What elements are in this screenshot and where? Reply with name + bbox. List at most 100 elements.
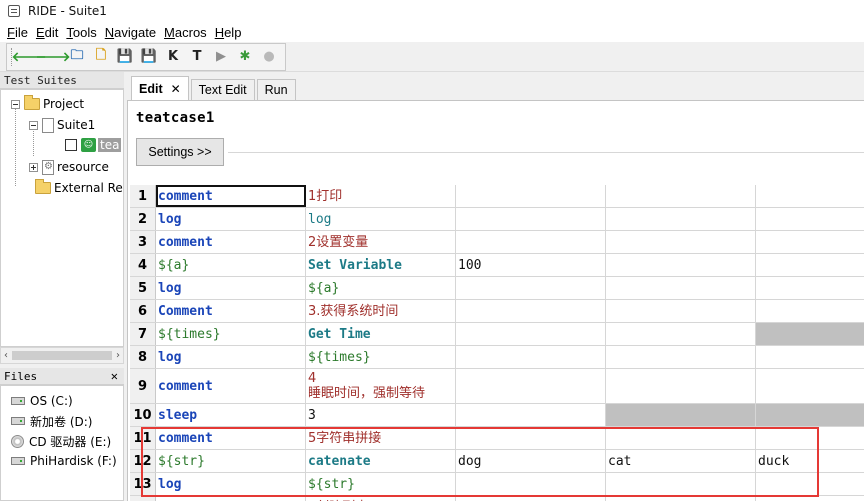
grid-cell[interactable] xyxy=(456,323,606,345)
grid-cell[interactable] xyxy=(756,254,864,276)
grid-cell[interactable] xyxy=(456,208,606,230)
grid-cell[interactable]: 6创建列表 xyxy=(306,496,456,501)
grid-cell[interactable]: ${str} xyxy=(306,473,456,495)
grid-cell[interactable] xyxy=(756,346,864,368)
close-icon[interactable]: ✕ xyxy=(111,368,118,385)
scroll-left-icon[interactable]: ‹ xyxy=(4,350,8,361)
grid-cell[interactable] xyxy=(756,185,864,207)
grid-cell[interactable] xyxy=(756,473,864,495)
grid-cell[interactable] xyxy=(606,404,756,426)
row-number[interactable]: 8 xyxy=(130,346,156,368)
settings-button[interactable]: Settings >> xyxy=(136,138,224,166)
grid-cell[interactable]: log xyxy=(156,277,306,299)
grid-cell[interactable]: log xyxy=(156,473,306,495)
row-number[interactable]: 10 xyxy=(130,404,156,426)
grid-cell[interactable]: comment xyxy=(156,496,306,501)
tree-item-resource[interactable]: resource xyxy=(29,157,109,177)
grid-cell[interactable]: comment xyxy=(156,185,306,207)
grid-cell[interactable] xyxy=(456,404,606,426)
collapse-icon[interactable] xyxy=(29,120,38,130)
scroll-right-icon[interactable]: › xyxy=(116,350,120,361)
grid-cell[interactable]: 2设置变量 xyxy=(306,231,456,253)
grid-cell[interactable]: dog xyxy=(456,450,606,472)
grid-cell[interactable] xyxy=(606,427,756,449)
drive-item-f[interactable]: PhiHardisk (F:) xyxy=(11,451,117,471)
grid-cell[interactable] xyxy=(606,208,756,230)
row-number[interactable]: 6 xyxy=(130,300,156,322)
menu-item[interactable]: Tools xyxy=(63,25,101,40)
grid-cell[interactable] xyxy=(456,346,606,368)
grid-cell[interactable] xyxy=(606,254,756,276)
row-number[interactable]: 13 xyxy=(130,473,156,495)
grid-cell[interactable] xyxy=(606,346,756,368)
grid-cell[interactable] xyxy=(756,369,864,403)
tree-horizontal-scrollbar[interactable]: ‹ › xyxy=(0,347,124,364)
row-number[interactable]: 7 xyxy=(130,323,156,345)
grid-cell[interactable] xyxy=(456,300,606,322)
grid-cell[interactable]: 4 睡眠时间，强制等待 xyxy=(306,369,456,403)
keyword-icon[interactable]: K xyxy=(163,47,183,67)
menu-item[interactable]: Navigate xyxy=(102,25,161,40)
grid-cell[interactable]: catenate xyxy=(306,450,456,472)
grid-cell[interactable]: cat xyxy=(606,450,756,472)
row-number[interactable]: 1 xyxy=(130,185,156,207)
row-number[interactable]: 3 xyxy=(130,231,156,253)
run-icon[interactable]: ▶ xyxy=(211,47,231,67)
grid-cell[interactable]: ${a} xyxy=(156,254,306,276)
grid-cell[interactable]: log xyxy=(156,346,306,368)
tab-text-edit[interactable]: Text Edit xyxy=(190,79,255,100)
grid-cell[interactable] xyxy=(456,277,606,299)
collapse-icon[interactable] xyxy=(11,99,20,109)
save-all-icon[interactable]: 💾 xyxy=(139,47,159,67)
row-number[interactable]: 14 xyxy=(130,496,156,501)
grid-cell[interactable] xyxy=(756,323,864,345)
bug-icon[interactable]: ✱ xyxy=(235,47,255,67)
grid-cell[interactable] xyxy=(756,300,864,322)
grid-cell[interactable]: ${times} xyxy=(156,323,306,345)
grid-cell[interactable] xyxy=(606,473,756,495)
grid-cell[interactable] xyxy=(756,427,864,449)
grid-cell[interactable] xyxy=(456,427,606,449)
grid-cell[interactable]: 5字符串拼接 xyxy=(306,427,456,449)
stop-icon[interactable]: ● xyxy=(259,47,279,67)
row-number[interactable]: 12 xyxy=(130,450,156,472)
grid-cell[interactable] xyxy=(606,323,756,345)
grid-cell[interactable]: Get Time xyxy=(306,323,456,345)
test-icon[interactable]: T xyxy=(187,47,207,67)
tree-item-suite1[interactable]: Suite1 xyxy=(29,115,95,135)
grid-cell[interactable]: 3.获得系统时间 xyxy=(306,300,456,322)
grid-cell[interactable] xyxy=(756,208,864,230)
grid-cell[interactable]: log xyxy=(306,208,456,230)
grid-cell[interactable]: Comment xyxy=(156,300,306,322)
tab-edit[interactable]: Edit ✕ xyxy=(131,76,189,100)
grid-cell[interactable]: comment xyxy=(156,231,306,253)
expand-icon[interactable] xyxy=(29,162,38,172)
scrollbar-thumb[interactable] xyxy=(12,351,112,360)
grid-cell[interactable] xyxy=(456,473,606,495)
row-number[interactable]: 2 xyxy=(130,208,156,230)
open-folder-icon[interactable]: 🗀 xyxy=(67,47,87,67)
grid-cell[interactable]: duck xyxy=(756,450,864,472)
drive-item-d[interactable]: 新加卷 (D:) xyxy=(11,411,92,431)
grid-cell[interactable] xyxy=(456,231,606,253)
save-icon[interactable]: 💾 xyxy=(115,47,135,67)
grid-cell[interactable] xyxy=(756,496,864,501)
menu-item[interactable]: Edit xyxy=(33,25,63,40)
row-number[interactable]: 9 xyxy=(130,369,156,403)
grid-cell[interactable]: sleep xyxy=(156,404,306,426)
grid-cell[interactable] xyxy=(606,369,756,403)
grid-cell[interactable]: log xyxy=(156,208,306,230)
grid-cell[interactable] xyxy=(606,185,756,207)
menu-item[interactable]: File xyxy=(4,25,33,40)
close-tab-icon[interactable]: ✕ xyxy=(171,82,181,96)
tree-item-external-resources[interactable]: External Re xyxy=(35,178,123,198)
grid-cell[interactable]: 3 xyxy=(306,404,456,426)
grid-cell[interactable]: 100 xyxy=(456,254,606,276)
menu-item[interactable]: Macros xyxy=(161,25,212,40)
grid-cell[interactable]: comment xyxy=(156,427,306,449)
grid-cell[interactable] xyxy=(606,277,756,299)
grid-cell[interactable] xyxy=(456,369,606,403)
row-number[interactable]: 4 xyxy=(130,254,156,276)
menu-item[interactable]: Help xyxy=(212,25,247,40)
forward-arrow-icon[interactable]: 🡒 xyxy=(36,47,71,67)
